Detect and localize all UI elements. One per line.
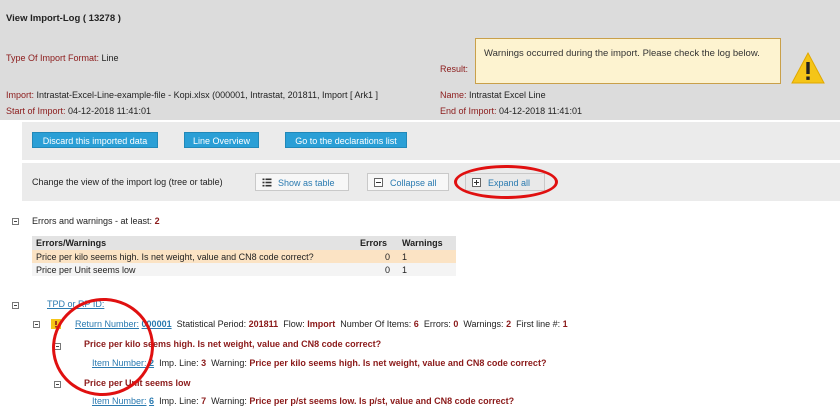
group2-warning-value: Price per p/st seems low. Is p/st, value… xyxy=(249,396,515,406)
errors-count: 2 xyxy=(154,216,160,226)
stat-period-value: 201811 xyxy=(248,319,279,329)
view-label: Change the view of the import log (tree … xyxy=(32,177,223,187)
group2-item-row: Item Number: 6 Imp. Line: 7 Warning: Pri… xyxy=(92,396,514,406)
type-value: Line xyxy=(101,53,119,63)
show-as-table-label: Show as table xyxy=(278,178,335,188)
name-row: Name: Intrastat Excel Line xyxy=(440,90,546,100)
page-title: View Import-Log ( 13278 ) xyxy=(6,13,121,24)
group2-tree-toggle-icon[interactable] xyxy=(54,381,61,388)
group1-imp-line-label: Imp. Line: xyxy=(159,358,199,368)
import-label: Import: xyxy=(6,90,35,100)
group1-warning-value: Price per kilo seems high. Is net weight… xyxy=(249,358,547,368)
row-errors: 0 xyxy=(356,263,398,276)
row-errors: 0 xyxy=(356,250,398,263)
flow-label: Flow: xyxy=(283,319,305,329)
col-errors: Errors xyxy=(356,236,398,250)
import-value: Intrastat-Excel-Line-example-file - Kopi… xyxy=(36,90,379,100)
first-line-label: First line #: xyxy=(516,319,561,329)
warnings-value: 2 xyxy=(506,319,512,329)
group1-imp-line-value: 3 xyxy=(201,358,207,368)
discard-button[interactable]: Discard this imported data xyxy=(32,132,158,148)
warning-triangle-icon xyxy=(791,51,825,84)
items-value: 6 xyxy=(413,319,419,329)
group2-warning-label: Warning: xyxy=(211,396,247,406)
items-label: Number Of Items: xyxy=(340,319,412,329)
warnings-label: Warnings: xyxy=(463,319,504,329)
collapse-all-label: Collapse all xyxy=(390,178,437,188)
errors-warnings-table: Errors/Warnings Errors Warnings Price pe… xyxy=(32,236,456,276)
group2-item-label[interactable]: Item Number: xyxy=(92,396,147,406)
show-as-table-button[interactable]: Show as table xyxy=(255,173,349,191)
warning-message-box: Warnings occurred during the import. Ple… xyxy=(475,38,781,84)
row-text: Price per Unit seems low xyxy=(32,263,356,276)
collapse-icon xyxy=(374,178,383,187)
group2-imp-line-value: 7 xyxy=(201,396,207,406)
declarations-list-button[interactable]: Go to the declarations list xyxy=(285,132,407,148)
errors-label: Errors: xyxy=(423,319,451,329)
stat-period-label: Statistical Period: xyxy=(176,319,247,329)
import-file-row: Import: Intrastat-Excel-Line-example-fil… xyxy=(6,90,378,100)
first-line-value: 1 xyxy=(562,319,568,329)
name-label: Name: xyxy=(440,90,467,100)
start-of-import-row: Start of Import: 04-12-2018 11:41:01 xyxy=(6,106,151,116)
table-row: Price per kilo seems high. Is net weight… xyxy=(32,250,456,263)
collapse-all-button[interactable]: Collapse all xyxy=(367,173,449,191)
return-tree-toggle-icon[interactable] xyxy=(33,321,40,328)
errors-section-title: Errors and warnings - at least: 2 xyxy=(32,216,160,226)
table-row: Price per Unit seems low 0 1 xyxy=(32,263,456,276)
errors-title-text: Errors and warnings - at least: xyxy=(32,216,153,226)
group2-imp-line-label: Imp. Line: xyxy=(159,396,199,406)
table-header-row: Errors/Warnings Errors Warnings xyxy=(32,236,456,250)
type-of-import-row: Type Of Import Format: Line xyxy=(6,53,119,63)
end-value: 04-12-2018 11:41:01 xyxy=(499,106,582,116)
table-list-icon xyxy=(262,178,272,187)
highlight-ellipse-expand xyxy=(454,165,558,199)
start-value: 04-12-2018 11:41:01 xyxy=(68,106,151,116)
row-warnings: 1 xyxy=(398,250,456,263)
start-label: Start of Import: xyxy=(6,106,66,116)
name-value: Intrastat Excel Line xyxy=(469,90,546,100)
result-label: Result: xyxy=(440,64,469,74)
group2-item-value[interactable]: 6 xyxy=(149,396,154,406)
row-warnings: 1 xyxy=(398,263,456,276)
col-errors-warnings: Errors/Warnings xyxy=(32,236,356,250)
type-label: Type Of Import Format: xyxy=(6,53,100,63)
group1-warning-label: Warning: xyxy=(211,358,247,368)
errors-value: 0 xyxy=(453,319,459,329)
group1-item-row: Item Number: 2 Imp. Line: 3 Warning: Pri… xyxy=(92,358,546,368)
line-overview-button[interactable]: Line Overview xyxy=(184,132,259,148)
warning-message: Warnings occurred during the import. Ple… xyxy=(484,48,760,59)
end-label: End of Import: xyxy=(440,106,497,116)
end-of-import-row: End of Import: 04-12-2018 11:41:01 xyxy=(440,106,582,116)
row-text: Price per kilo seems high. Is net weight… xyxy=(32,250,356,263)
tpd-tree-toggle-icon[interactable] xyxy=(12,302,19,309)
col-warnings: Warnings xyxy=(398,236,456,250)
errors-tree-toggle-icon[interactable] xyxy=(12,218,19,225)
flow-value: Import xyxy=(307,319,336,329)
